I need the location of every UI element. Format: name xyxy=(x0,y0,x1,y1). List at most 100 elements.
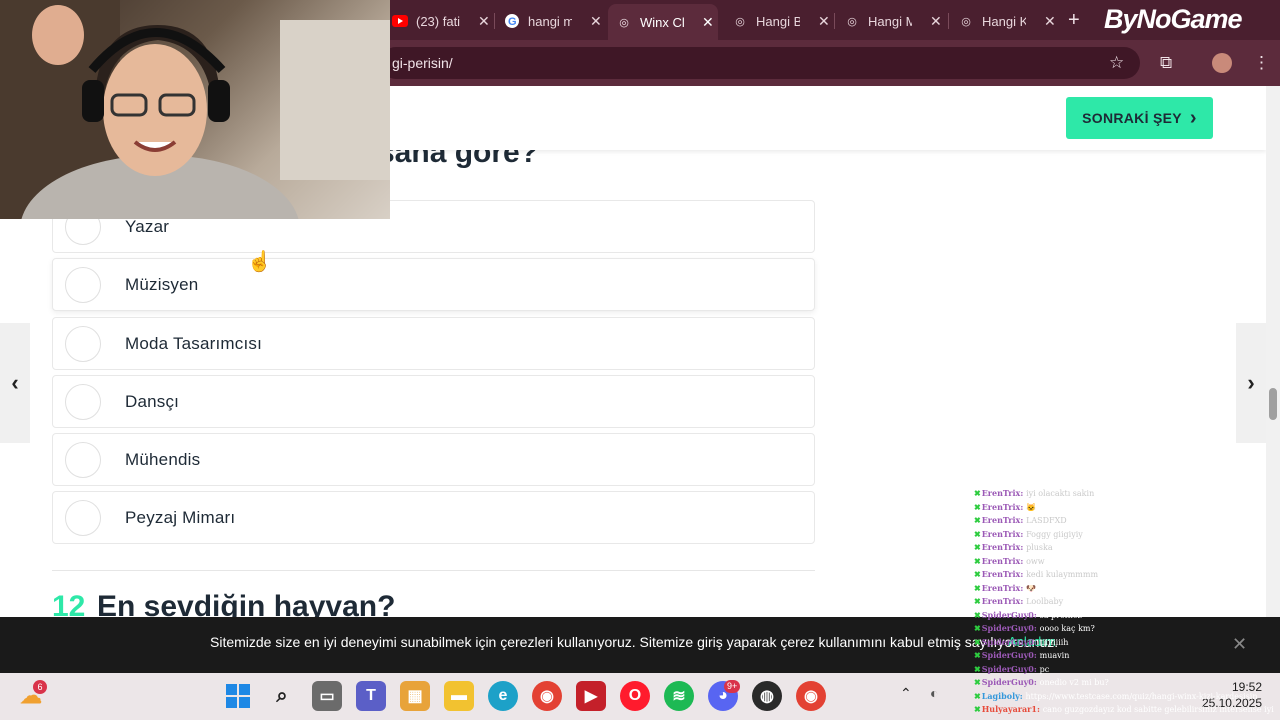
media-player-icon[interactable]: ▶ xyxy=(576,681,606,711)
chat-badge-icon: ✖ xyxy=(974,488,981,498)
radio-circle[interactable] xyxy=(65,441,101,478)
chat-badge-icon: ✖ xyxy=(974,515,981,525)
browser-tab-winx-active[interactable]: ◎ Winx Cl ✕ xyxy=(608,4,718,40)
chat-username: ErenTrix: xyxy=(981,528,1027,539)
option-label: Peyzaj Mimarı xyxy=(125,507,236,527)
chat-badge-icon: ✖ xyxy=(974,650,981,660)
tray-app-icon[interactable]: ◐ xyxy=(930,685,938,701)
option-label: Müzisyen xyxy=(125,274,199,294)
chat-badge-icon: ✖ xyxy=(974,636,981,647)
chat-username: Hulyayarar1: xyxy=(981,704,1043,714)
chat-badge-icon: ✖ xyxy=(974,542,981,552)
file-explorer-icon[interactable]: ▬ xyxy=(444,681,474,711)
chrome-icon[interactable]: ◉ xyxy=(532,681,562,711)
chat-badge-icon: ✖ xyxy=(974,528,981,539)
more-menu-icon[interactable]: ⋮ xyxy=(1253,53,1270,73)
option-label: Yazar xyxy=(125,216,170,236)
tab-label: Hangi K xyxy=(982,13,1026,29)
chat-text: 🐶 xyxy=(1026,583,1037,593)
chat-username: ErenTrix: xyxy=(981,542,1027,552)
chat-badge-icon: ✖ xyxy=(974,690,981,701)
chat-text: https://www.testcase.com/quiz/hangi-winx… xyxy=(1025,691,1258,701)
tab-label: (23) fatil xyxy=(416,13,460,29)
browser-tab-hangi-k[interactable]: ◎ Hangi K ✕ xyxy=(950,6,1056,36)
chat-badge-icon: ✖ xyxy=(974,704,981,714)
tab-separator xyxy=(834,13,835,29)
chat-username: SpiderGuy0: xyxy=(981,650,1040,660)
store-icon[interactable]: ▦ xyxy=(400,681,430,711)
chat-message: ✖SpiderGuy0: muavin xyxy=(974,649,1274,663)
chat-username: ErenTrix: xyxy=(981,569,1027,579)
task-view-icon[interactable]: ▭ xyxy=(312,681,342,711)
chat-message: ✖Hulyayarar1: cano guzgozdayız kod sabit… xyxy=(974,703,1274,717)
chat-text: LASDFXD xyxy=(1026,516,1067,525)
streamer-webcam-image xyxy=(0,0,390,219)
chat-message: ✖SpiderGuy0: sa profnez xyxy=(974,609,1274,623)
chat-message: ✖SpiderGuy0: oooo kaç km? xyxy=(974,622,1274,636)
close-tab-icon[interactable]: ✕ xyxy=(930,13,942,30)
browser-tab-youtube[interactable]: (23) fatil ✕ xyxy=(384,6,490,36)
chat-message: ✖ErenTrix: kedi kulaymmmm xyxy=(974,568,1274,582)
answer-option[interactable]: Peyzaj Mimarı xyxy=(52,491,815,544)
windows-start-icon[interactable] xyxy=(223,681,253,711)
close-tab-icon[interactable]: ✕ xyxy=(590,13,602,30)
close-tab-icon[interactable]: ✕ xyxy=(818,13,830,30)
chat-username: ErenTrix: xyxy=(981,515,1027,525)
close-tab-icon[interactable]: ✕ xyxy=(702,14,714,31)
address-bar[interactable] xyxy=(380,47,1140,79)
browser-tab-hangi-b[interactable]: ◎ Hangi B ✕ xyxy=(724,6,830,36)
edge-icon[interactable]: e xyxy=(488,681,518,711)
close-tab-icon[interactable]: ✕ xyxy=(478,13,490,30)
extensions-puzzle-icon[interactable]: ⧉ xyxy=(1160,53,1172,73)
option-label: Moda Tasarımcısı xyxy=(125,333,263,353)
youtube-icon xyxy=(392,13,408,29)
next-question-arrow[interactable]: › xyxy=(1236,323,1266,443)
next-button-label: SONRAKİ ŞEY xyxy=(1082,110,1182,126)
profile-avatar[interactable] xyxy=(1212,53,1232,73)
chrome-profile-icon[interactable]: ◉ xyxy=(796,681,826,711)
next-button[interactable]: SONRAKİ ŞEY › xyxy=(1066,97,1213,139)
opera-icon[interactable]: O xyxy=(620,681,650,711)
radio-circle[interactable] xyxy=(65,266,101,303)
chat-message: ✖ErenTrix: Foggy giigiyiy xyxy=(974,528,1274,542)
search-icon[interactable]: ⌕ xyxy=(267,681,297,711)
close-tab-icon[interactable]: ✕ xyxy=(1044,13,1056,30)
chat-message: ✖SpiderGuy0: tiiiiiiiih xyxy=(974,636,1274,650)
scrollbar-thumb[interactable] xyxy=(1269,388,1277,420)
chat-username: ErenTrix: xyxy=(981,501,1027,512)
chat-text: 🐱 xyxy=(1026,502,1037,512)
chat-username: SpiderGuy0: xyxy=(981,609,1040,620)
chat-message: ✖Lagiboly: https://www.testcase.com/quiz… xyxy=(974,690,1274,704)
radio-circle[interactable] xyxy=(65,499,101,536)
chat-message: ✖ErenTrix: 🐱 xyxy=(974,501,1274,515)
chat-message: ✖ErenTrix: LASDFXD xyxy=(974,514,1274,528)
chevron-up-icon[interactable]: ⌃ xyxy=(900,685,912,702)
chat-username: ErenTrix: xyxy=(981,555,1027,566)
spotify-icon[interactable]: ≋ xyxy=(664,681,694,711)
browser-tab-google[interactable]: G hangi m ✕ xyxy=(496,6,602,36)
url-text[interactable]: gi-perisin/ xyxy=(392,55,453,71)
chevron-right-icon: › xyxy=(1189,107,1197,129)
radio-circle[interactable] xyxy=(65,325,101,362)
chat-message: ✖ErenTrix: oww xyxy=(974,555,1274,569)
obs-icon[interactable]: ◍ xyxy=(752,681,782,711)
chat-badge-icon: ✖ xyxy=(974,596,981,606)
chat-message: ✖ErenTrix: 🐶 xyxy=(974,582,1274,596)
answer-option[interactable]: Moda Tasarımcısı xyxy=(52,317,815,370)
new-tab-icon[interactable]: + xyxy=(1068,9,1080,32)
radio-circle[interactable] xyxy=(65,383,101,420)
bookmark-star-icon[interactable]: ☆ xyxy=(1109,53,1124,73)
answer-option[interactable]: Dansçı xyxy=(52,375,815,428)
option-label: Mühendis xyxy=(125,449,201,469)
answer-option[interactable]: Mühendis xyxy=(52,433,815,486)
browser-tab-hangi-m[interactable]: ◎ Hangi M ✕ xyxy=(836,6,942,36)
google-icon: G xyxy=(504,13,520,29)
question-number: 12 xyxy=(52,590,86,617)
cookie-text: Sitemizde size en iyi deneyimi sunabilme… xyxy=(210,634,1059,650)
answer-option[interactable]: Müzisyen xyxy=(52,258,815,311)
teams-icon[interactable]: T xyxy=(356,681,386,711)
tab-label: Winx Cl xyxy=(640,14,684,30)
tab-label: Hangi M xyxy=(868,13,912,29)
previous-question-arrow[interactable]: ‹ xyxy=(0,323,30,443)
chat-text: sa profnez xyxy=(1039,610,1082,620)
